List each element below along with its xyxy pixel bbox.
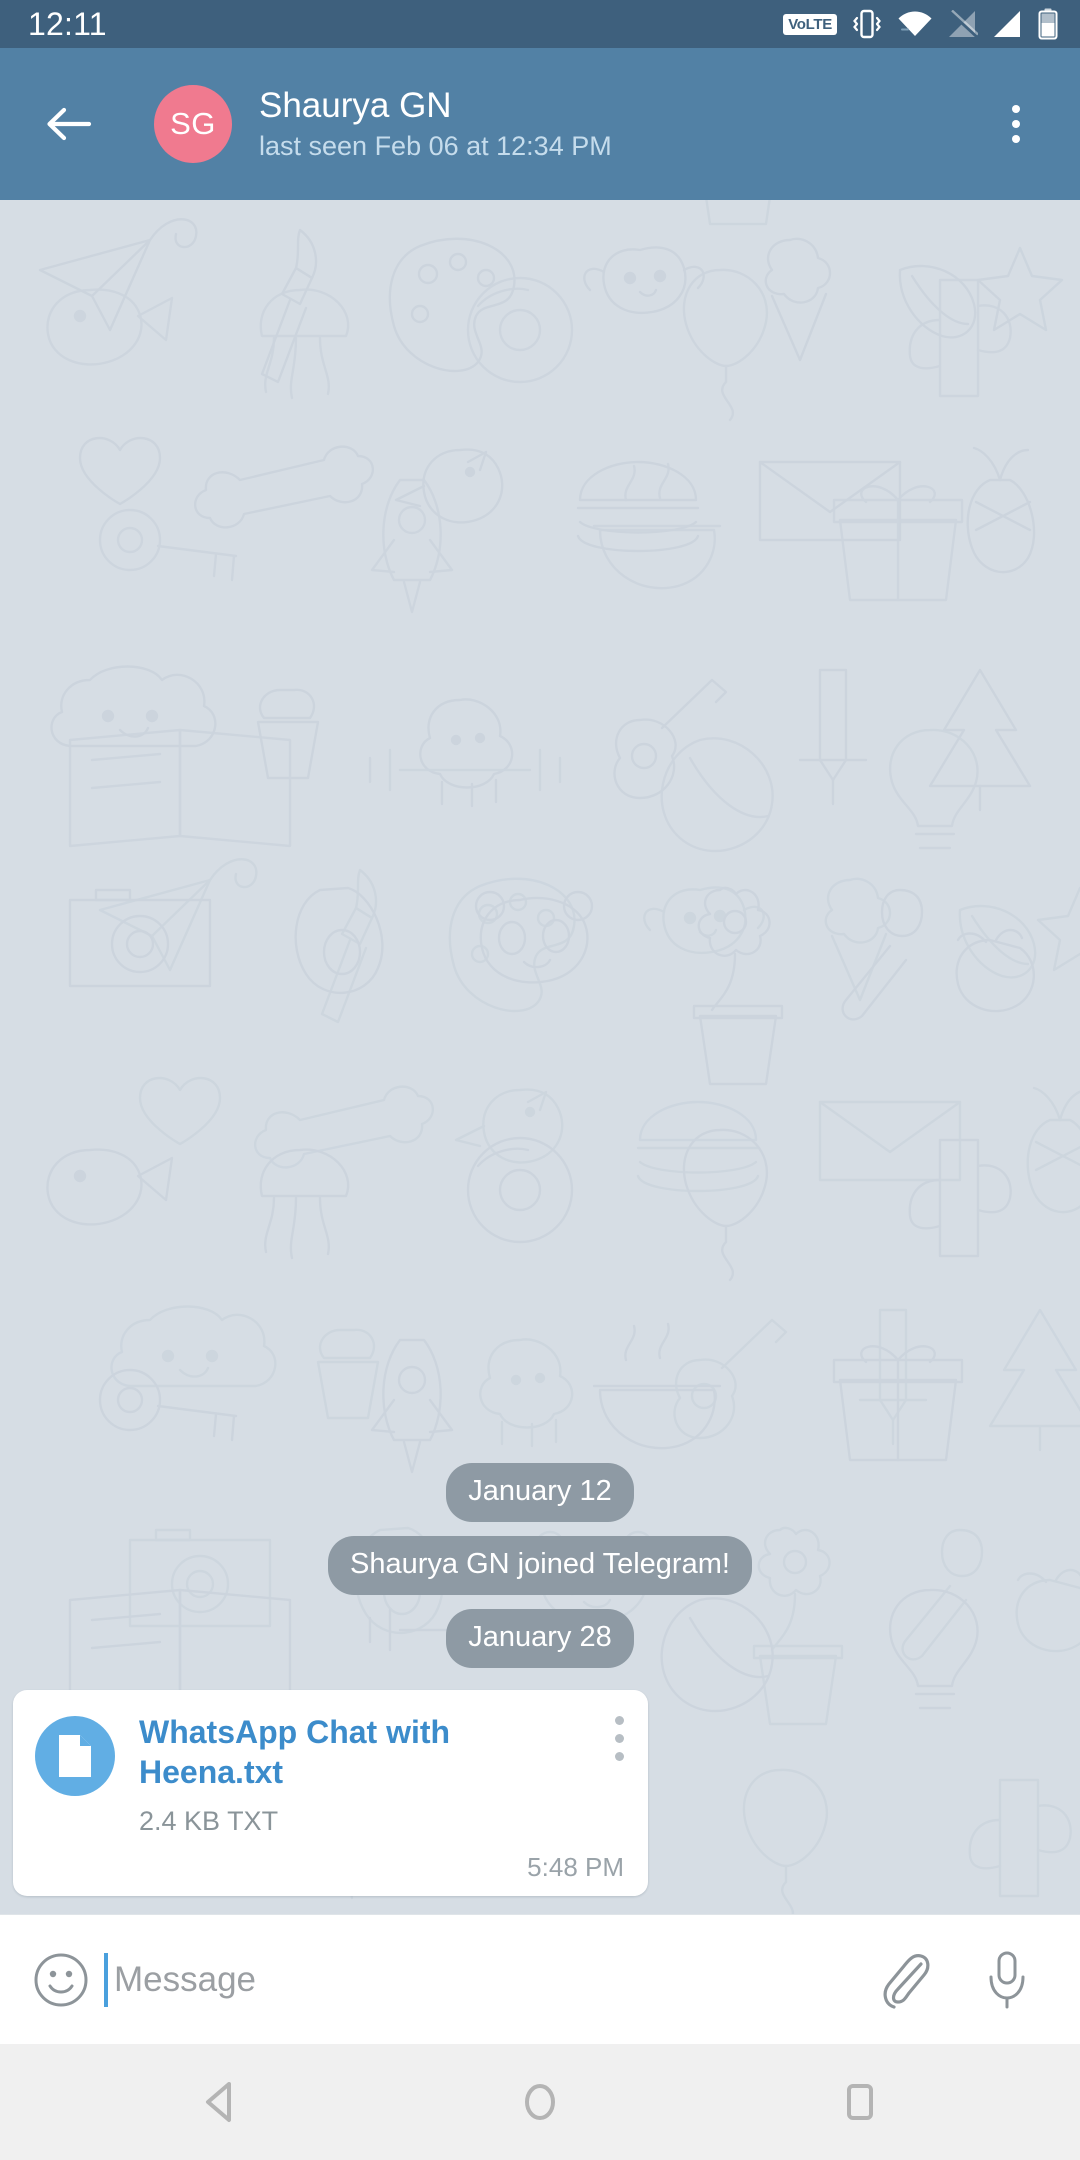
cellular-signal-icon [993,10,1023,38]
file-details: WhatsApp Chat with Heena.txt 2.4 KB TXT [139,1712,624,1838]
triangle-back-icon [206,2082,231,2122]
message-row-incoming: WhatsApp Chat with Heena.txt 2.4 KB TXT … [0,1690,1080,1896]
message-input-placeholder: Message [114,1960,257,1999]
service-message-row: January 12 [0,1463,1080,1522]
status-clock: 12:11 [28,6,107,42]
microphone-icon [989,1951,1025,2008]
attach-button[interactable] [870,1943,944,2017]
volte-icon: VoLTE [783,13,837,35]
file-attachment: WhatsApp Chat with Heena.txt 2.4 KB TXT [35,1712,624,1838]
dot-icon [615,1716,624,1725]
file-message-bubble[interactable]: WhatsApp Chat with Heena.txt 2.4 KB TXT … [13,1690,648,1896]
peer-last-seen: last seen Feb 06 at 12:34 PM [259,131,612,161]
dot-icon [615,1752,624,1761]
vibrate-icon [852,7,882,41]
nav-back-button[interactable] [140,2044,300,2160]
dot-icon [615,1734,624,1743]
status-bar: 12:11 VoLTE [0,0,1080,48]
status-icon-tray: VoLTE [783,7,1058,41]
avatar[interactable]: SG [154,85,232,163]
sim-no-signal-icon [948,10,978,38]
message-composer: Message [0,1914,1080,2044]
message-input[interactable]: Message [104,1945,870,2015]
wifi-icon [897,10,933,38]
paperclip-icon [883,1953,930,2009]
service-message-row: Shaurya GN joined Telegram! [0,1536,1080,1595]
android-navigation-bar [0,2044,1080,2160]
file-name[interactable]: WhatsApp Chat with Heena.txt [139,1712,624,1792]
peer-info[interactable]: Shaurya GN last seen Feb 06 at 12:34 PM [259,85,980,163]
arrow-left-icon [47,107,92,141]
nav-home-button[interactable] [460,2044,620,2160]
circle-home-icon [525,2084,555,2120]
message-timestamp: 5:48 PM [527,1852,624,1882]
date-separator: January 12 [446,1463,634,1522]
message-options-button[interactable] [611,1712,628,1765]
square-recents-icon [847,2084,873,2120]
text-caret [104,1952,108,2007]
header-overflow-menu-button[interactable] [980,84,1052,164]
smiley-icon [34,1953,88,2006]
joined-telegram-notice: Shaurya GN joined Telegram! [328,1536,752,1595]
dot-icon [1012,105,1020,113]
service-message-row: January 28 [0,1609,1080,1668]
document-icon [59,1735,91,1777]
page-title: Shaurya GN [259,86,452,125]
voice-message-button[interactable] [970,1943,1044,2017]
chat-header: SG Shaurya GN last seen Feb 06 at 12:34 … [0,48,1080,200]
nav-recents-button[interactable] [780,2044,940,2160]
message-list[interactable]: January 12 Shaurya GN joined Telegram! J… [0,200,1080,1914]
phone-screen: 12:11 VoLTE SG Shaurya GN last seen Feb … [0,0,1080,2160]
emoji-button[interactable] [28,1947,94,2013]
dot-icon [1012,135,1020,143]
back-button[interactable] [30,86,106,162]
battery-icon [1038,8,1058,40]
date-separator: January 28 [446,1609,634,1668]
dot-icon [1012,120,1020,128]
file-size: 2.4 KB TXT [139,1806,279,1836]
avatar-initials: SG [170,106,216,141]
messages-container: January 12 Shaurya GN joined Telegram! J… [0,1463,1080,1914]
document-download-button[interactable] [35,1716,115,1796]
